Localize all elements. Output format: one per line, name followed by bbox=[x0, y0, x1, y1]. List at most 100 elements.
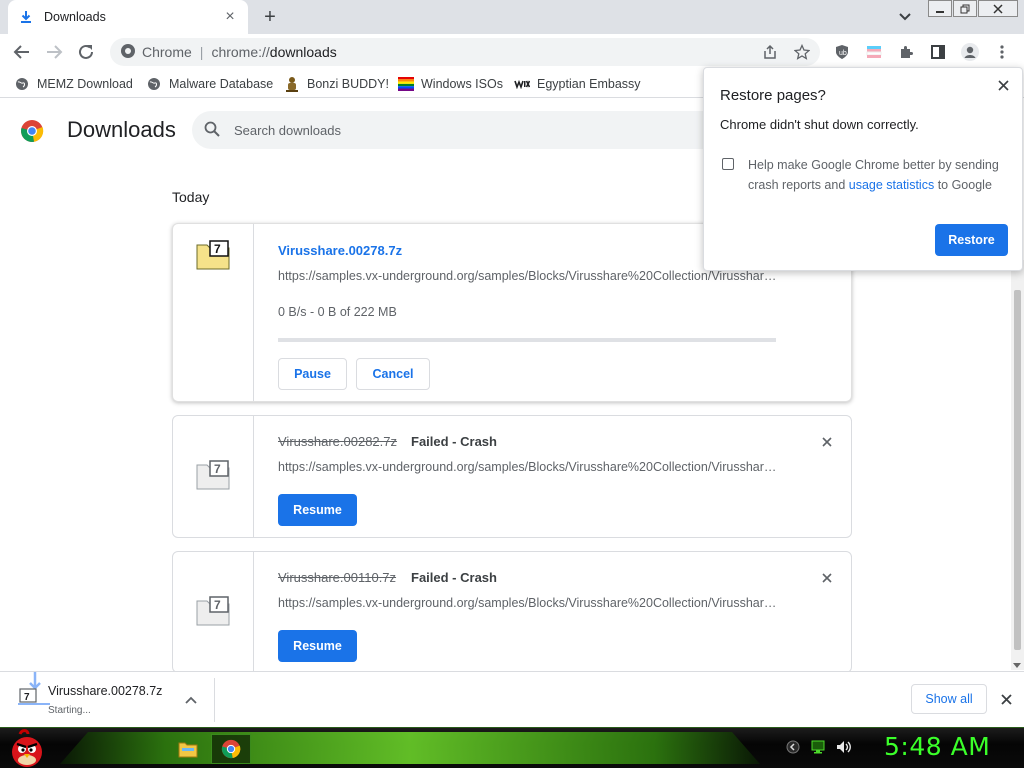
kebab-menu-icon[interactable] bbox=[992, 42, 1012, 62]
svg-text:7: 7 bbox=[24, 692, 30, 703]
download-source-url[interactable]: https://samples.vx-underground.org/sampl… bbox=[278, 596, 778, 610]
maximize-button[interactable] bbox=[953, 0, 977, 17]
show-all-button[interactable]: Show all bbox=[911, 684, 987, 714]
scrollbar-thumb[interactable] bbox=[1014, 290, 1021, 650]
card-icon-column: 7 bbox=[173, 416, 254, 537]
download-status: Failed - Crash bbox=[411, 434, 497, 449]
tab-strip: Downloads × + bbox=[0, 0, 1024, 34]
bookmark-star-icon[interactable] bbox=[792, 42, 812, 62]
dialog-title: Restore pages? bbox=[720, 87, 826, 104]
chrome-taskbar-icon[interactable] bbox=[211, 734, 251, 764]
close-shelf-icon[interactable] bbox=[998, 691, 1014, 707]
cancel-button[interactable]: Cancel bbox=[356, 358, 430, 390]
dialog-message: Chrome didn't shut down correctly. bbox=[720, 117, 919, 132]
sidepanel-icon[interactable] bbox=[928, 42, 948, 62]
download-card: 7 Virusshare.00110.7z Failed - Crash htt… bbox=[172, 551, 852, 673]
page-title: Downloads bbox=[67, 117, 176, 142]
download-status: Failed - Crash bbox=[411, 570, 497, 585]
site-label: Chrome bbox=[142, 44, 192, 60]
bookmark-malware-database[interactable]: Malware Database bbox=[146, 75, 273, 93]
svg-text:7: 7 bbox=[214, 598, 221, 612]
downloading-file-icon[interactable]: 7 bbox=[16, 672, 52, 718]
svg-text:7: 7 bbox=[214, 462, 221, 476]
shelf-status: Starting... bbox=[48, 705, 91, 716]
download-icon bbox=[18, 9, 34, 25]
bookmark-windows-isos[interactable]: Windows ISOs bbox=[398, 75, 503, 93]
download-filename-link[interactable]: Virusshare.00278.7z bbox=[278, 243, 402, 258]
checkbox-label-text-end: to Google bbox=[934, 178, 992, 192]
bookmark-egyptian-embassy[interactable]: Egyptian Embassy bbox=[514, 75, 641, 93]
pause-button[interactable]: Pause bbox=[278, 358, 347, 390]
download-filename: Virusshare.00282.7z bbox=[278, 434, 398, 449]
restore-pages-dialog: Restore pages? Chrome didn't shut down c… bbox=[703, 67, 1023, 271]
system-tray bbox=[786, 738, 852, 758]
search-icon bbox=[204, 121, 220, 140]
address-bar[interactable]: Chrome | chrome://downloads bbox=[110, 38, 820, 66]
card-icon-column: 7 bbox=[173, 552, 254, 672]
search-downloads-input[interactable]: Search downloads bbox=[192, 111, 732, 149]
minimize-button[interactable] bbox=[928, 0, 952, 17]
taskbar-band bbox=[60, 732, 760, 764]
volume-icon[interactable] bbox=[836, 740, 852, 757]
taskbar-clock[interactable]: 5:48 AM bbox=[884, 732, 990, 761]
chevron-down-icon[interactable] bbox=[896, 8, 914, 26]
network-icon[interactable] bbox=[810, 740, 826, 757]
bonzi-icon bbox=[284, 76, 300, 92]
card-icon-column: 7 bbox=[173, 224, 254, 401]
resume-button[interactable]: Resume bbox=[278, 494, 357, 526]
shelf-divider bbox=[214, 678, 215, 722]
window-close-button[interactable] bbox=[978, 0, 1018, 17]
wix-icon bbox=[514, 76, 530, 92]
7zip-file-icon: 7 bbox=[196, 460, 230, 490]
bookmark-label: Egyptian Embassy bbox=[537, 77, 641, 91]
section-date: Today bbox=[172, 189, 210, 205]
reload-button[interactable] bbox=[74, 40, 98, 64]
profile-icon[interactable] bbox=[960, 42, 980, 62]
new-tab-button[interactable]: + bbox=[258, 6, 282, 28]
download-progress-bar bbox=[278, 338, 776, 342]
forward-button[interactable] bbox=[42, 40, 66, 64]
shelf-filename[interactable]: Virusshare.00278.7z bbox=[48, 684, 162, 698]
remove-download-icon[interactable] bbox=[819, 434, 835, 450]
bookmark-memz[interactable]: MEMZ Download bbox=[14, 75, 133, 93]
chrome-site-icon bbox=[120, 43, 136, 62]
tray-chevron-icon[interactable] bbox=[786, 740, 800, 757]
download-progress-text: 0 B/s - 0 B of 222 MB bbox=[278, 305, 397, 319]
puzzle-icon[interactable] bbox=[896, 42, 916, 62]
download-source-url[interactable]: https://samples.vx-underground.org/sampl… bbox=[278, 269, 778, 283]
bookmark-label: MEMZ Download bbox=[37, 77, 133, 91]
download-filename: Virusshare.00110.7z bbox=[278, 570, 397, 585]
tab-downloads[interactable]: Downloads × bbox=[8, 0, 248, 34]
url-separator: | bbox=[199, 44, 204, 60]
chevron-up-icon[interactable] bbox=[183, 692, 199, 708]
7zip-file-icon: 7 bbox=[196, 240, 230, 270]
page-scrollbar[interactable] bbox=[1011, 260, 1024, 670]
checkbox-label: Help make Google Chrome better by sendin… bbox=[748, 155, 1008, 195]
usage-statistics-link[interactable]: usage statistics bbox=[849, 178, 934, 192]
tab-title: Downloads bbox=[44, 10, 106, 24]
globe-icon bbox=[146, 76, 162, 92]
url-host: downloads bbox=[269, 44, 337, 60]
close-icon[interactable] bbox=[994, 76, 1012, 94]
share-icon[interactable] bbox=[760, 42, 780, 62]
ublock-icon[interactable]: ub bbox=[832, 42, 852, 62]
start-button-angry-bird-icon[interactable] bbox=[6, 728, 48, 768]
download-source-url[interactable]: https://samples.vx-underground.org/sampl… bbox=[278, 460, 778, 474]
bookmark-bonzi-buddy[interactable]: Bonzi BUDDY! bbox=[284, 75, 389, 93]
scroll-down-arrow-icon[interactable] bbox=[1013, 663, 1021, 668]
windows-flag-icon bbox=[398, 76, 414, 92]
file-explorer-icon[interactable] bbox=[168, 734, 208, 764]
url-scheme: chrome:// bbox=[211, 44, 270, 60]
svg-text:7: 7 bbox=[214, 242, 221, 256]
download-shelf: 7 Virusshare.00278.7z Starting... Show a… bbox=[0, 671, 1024, 727]
restore-button[interactable]: Restore bbox=[935, 224, 1008, 256]
remove-download-icon[interactable] bbox=[819, 570, 835, 586]
resume-button[interactable]: Resume bbox=[278, 630, 357, 662]
globe-icon bbox=[14, 76, 30, 92]
back-button[interactable] bbox=[10, 40, 34, 64]
pride-extension-icon[interactable] bbox=[864, 42, 884, 62]
back-arrow-icon bbox=[13, 45, 29, 59]
tab-close-icon[interactable]: × bbox=[222, 8, 238, 25]
chrome-logo-icon bbox=[20, 119, 44, 143]
crash-report-checkbox[interactable] bbox=[722, 158, 734, 170]
